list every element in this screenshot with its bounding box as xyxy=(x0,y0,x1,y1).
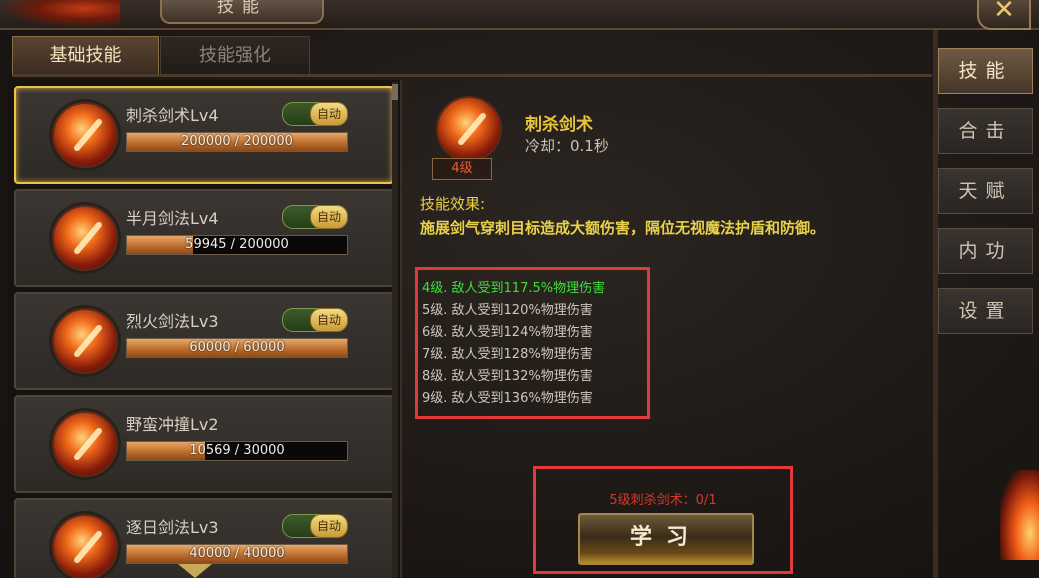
sun-chasing-sword-icon xyxy=(52,514,118,578)
skill-name: 刺杀剑术Lv4 xyxy=(126,106,219,125)
side-tab-combo[interactable]: 合击 xyxy=(938,108,1033,154)
auto-toggle[interactable]: 自动 xyxy=(282,514,348,538)
selected-skill-icon xyxy=(436,96,502,162)
skill-progress-bar: 40000 / 40000 xyxy=(126,544,348,564)
skill-progress-bar: 60000 / 60000 xyxy=(126,338,348,358)
charge-icon xyxy=(52,411,118,477)
skill-name: 逐日剑法Lv3 xyxy=(126,518,219,537)
sword-thrust-icon xyxy=(52,102,118,168)
skill-item-yeman[interactable]: 野蛮冲撞Lv2 10569 / 30000 xyxy=(14,395,394,493)
skill-list-scrollbar[interactable] xyxy=(392,82,398,578)
skill-name: 野蛮冲撞Lv2 xyxy=(126,415,219,434)
skill-progress-text: 40000 / 40000 xyxy=(189,546,285,561)
side-tab-inner-power[interactable]: 内功 xyxy=(938,228,1033,274)
skill-window: 技能 ✕ 基础技能 技能强化 刺杀剑术Lv4 自动 200000 / 20000… xyxy=(0,0,1039,578)
level-effect-row: 5级. 敌人受到120%物理伤害 xyxy=(422,303,593,318)
auto-toggle-label: 自动 xyxy=(310,308,348,332)
side-tab-skills[interactable]: 技能 xyxy=(938,48,1033,94)
level-effect-row: 8级. 敌人受到132%物理伤害 xyxy=(422,369,593,384)
level-effect-row: 6级. 敌人受到124%物理伤害 xyxy=(422,325,593,340)
effect-description: 施展剑气穿刺目标造成大额伤害，隔位无视魔法护盾和防御。 xyxy=(420,219,826,237)
learn-section: 5级刺杀剑术：0/1 学习 xyxy=(533,466,793,574)
learn-button[interactable]: 学习 xyxy=(578,513,754,565)
effect-heading: 技能效果: xyxy=(420,195,486,213)
skill-list[interactable]: 刺杀剑术Lv4 自动 200000 / 200000 半月剑法Lv4 自动 59… xyxy=(8,80,402,578)
level-effect-row: 9级. 敌人受到136%物理伤害 xyxy=(422,391,593,406)
skill-name: 烈火剑法Lv3 xyxy=(126,312,219,331)
tab-divider xyxy=(12,74,932,77)
crescent-slash-icon xyxy=(52,205,118,271)
fire-sword-icon xyxy=(52,308,118,374)
skill-progress-text: 10569 / 30000 xyxy=(189,443,285,458)
scrollbar-thumb[interactable] xyxy=(392,84,398,100)
auto-toggle-label: 自动 xyxy=(310,205,348,229)
tab-skill-enhance[interactable]: 技能强化 xyxy=(160,36,310,75)
skill-progress-text: 60000 / 60000 xyxy=(189,340,285,355)
skill-item-banyue[interactable]: 半月剑法Lv4 自动 59945 / 200000 xyxy=(14,189,394,287)
skill-progress-text: 59945 / 200000 xyxy=(185,237,289,252)
level-effects-list: 4级. 敌人受到117.5%物理伤害 5级. 敌人受到120%物理伤害 6级. … xyxy=(415,267,650,419)
skill-item-cisha[interactable]: 刺杀剑术Lv4 自动 200000 / 200000 xyxy=(14,86,394,184)
skill-progress-text: 200000 / 200000 xyxy=(181,134,293,149)
window-title: 技能 xyxy=(160,0,324,24)
fire-ornament xyxy=(0,0,120,28)
brazier-flame xyxy=(1000,470,1039,560)
skill-level-badge: 4级 xyxy=(432,158,492,180)
auto-toggle[interactable]: 自动 xyxy=(282,205,348,229)
auto-toggle-label: 自动 xyxy=(310,514,348,538)
side-tab-talent[interactable]: 天赋 xyxy=(938,168,1033,214)
skill-progress-bar: 59945 / 200000 xyxy=(126,235,348,255)
auto-toggle-label: 自动 xyxy=(310,102,348,126)
skill-progress-bar: 10569 / 30000 xyxy=(126,441,348,461)
learn-requirement: 5级刺杀剑术：0/1 xyxy=(609,493,717,508)
skill-item-liehuo[interactable]: 烈火剑法Lv3 自动 60000 / 60000 xyxy=(14,292,394,390)
title-bar: 技能 ✕ xyxy=(0,0,1039,30)
auto-toggle[interactable]: 自动 xyxy=(282,308,348,332)
skill-name: 半月剑法Lv4 xyxy=(126,209,219,228)
auto-toggle[interactable]: 自动 xyxy=(282,102,348,126)
level-effect-row: 7级. 敌人受到128%物理伤害 xyxy=(422,347,593,362)
skill-progress-bar: 200000 / 200000 xyxy=(126,132,348,152)
skill-detail-name: 刺杀剑术 xyxy=(525,115,593,135)
tab-basic-skills[interactable]: 基础技能 xyxy=(12,36,159,75)
level-effect-row: 4级. 敌人受到117.5%物理伤害 xyxy=(422,281,606,296)
side-tab-settings[interactable]: 设置 xyxy=(938,288,1033,334)
close-icon: ✕ xyxy=(993,0,1015,25)
close-button[interactable]: ✕ xyxy=(977,0,1031,30)
skill-cooldown: 冷却：0.1秒 xyxy=(525,137,609,155)
